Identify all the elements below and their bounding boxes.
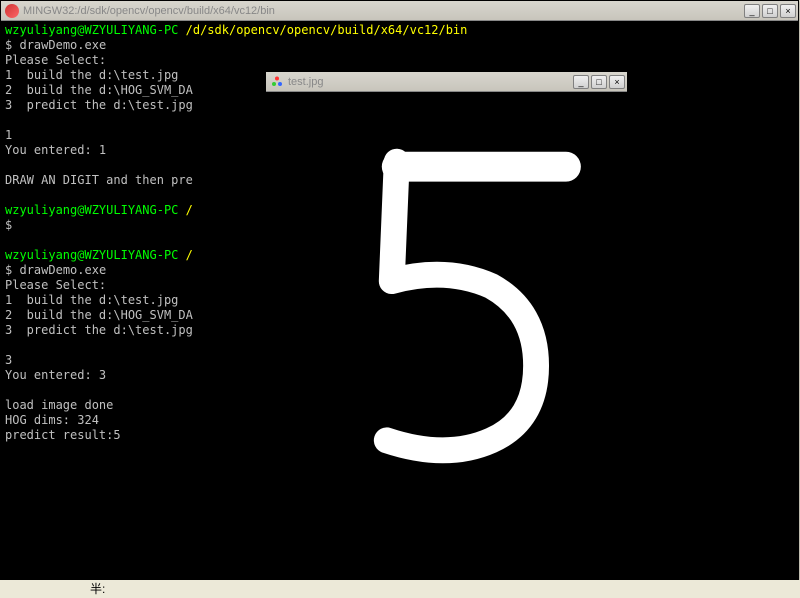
image-titlebar[interactable]: test.jpg _ □ ×	[266, 72, 627, 92]
terminal-icon	[5, 4, 19, 18]
output-line: 2 build the d:\HOG_SVM_DA	[5, 308, 193, 322]
window-controls: _ □ ×	[573, 75, 625, 89]
output-line: 1 build the d:\test.jpg	[5, 68, 178, 82]
status-bar: 半:	[0, 580, 800, 598]
close-button[interactable]: ×	[609, 75, 625, 89]
minimize-button[interactable]: _	[744, 4, 760, 18]
command-line: drawDemo.exe	[19, 263, 106, 277]
output-line: 3 predict the d:\test.jpg	[5, 98, 193, 112]
output-line: You entered: 1	[5, 143, 106, 157]
output-line: 3 predict the d:\test.jpg	[5, 323, 193, 337]
minimize-button[interactable]: _	[573, 75, 589, 89]
output-line: load image done	[5, 398, 113, 412]
output-line: HOG dims: 324	[5, 413, 99, 427]
ime-status: 半:	[90, 582, 105, 596]
output-line: 2 build the d:\HOG_SVM_DA	[5, 83, 193, 97]
prompt-path: /	[186, 248, 193, 262]
digit-drawing	[266, 92, 627, 520]
output-line: DRAW AN DIGIT and then pre	[5, 173, 193, 187]
prompt-user: wzyuliyang@WZYULIYANG-PC	[5, 248, 178, 262]
command-line: drawDemo.exe	[19, 38, 106, 52]
prompt-dollar: $	[5, 218, 12, 232]
image-canvas[interactable]	[266, 92, 627, 520]
output-line: 3	[5, 353, 12, 367]
terminal-titlebar[interactable]: MINGW32:/d/sdk/opencv/opencv/build/x64/v…	[1, 1, 798, 21]
prompt-path: /d/sdk/opencv/opencv/build/x64/vc12/bin	[186, 23, 468, 37]
prompt-user: wzyuliyang@WZYULIYANG-PC	[5, 23, 178, 37]
maximize-button[interactable]: □	[762, 4, 778, 18]
prompt-path: /	[186, 203, 193, 217]
terminal-title: MINGW32:/d/sdk/opencv/opencv/build/x64/v…	[23, 5, 744, 17]
prompt-dollar: $	[5, 38, 12, 52]
output-line: You entered: 3	[5, 368, 106, 382]
prompt-dollar: $	[5, 263, 12, 277]
close-button[interactable]: ×	[780, 4, 796, 18]
maximize-button[interactable]: □	[591, 75, 607, 89]
image-title: test.jpg	[288, 76, 573, 88]
output-line: Please Select:	[5, 278, 106, 292]
opencv-icon	[270, 75, 284, 89]
output-line: 1	[5, 128, 12, 142]
prompt-user: wzyuliyang@WZYULIYANG-PC	[5, 203, 178, 217]
output-line: Please Select:	[5, 53, 106, 67]
output-line: 1 build the d:\test.jpg	[5, 293, 178, 307]
output-line: predict result:5	[5, 428, 121, 442]
window-controls: _ □ ×	[744, 4, 796, 18]
image-window: test.jpg _ □ ×	[265, 71, 628, 521]
